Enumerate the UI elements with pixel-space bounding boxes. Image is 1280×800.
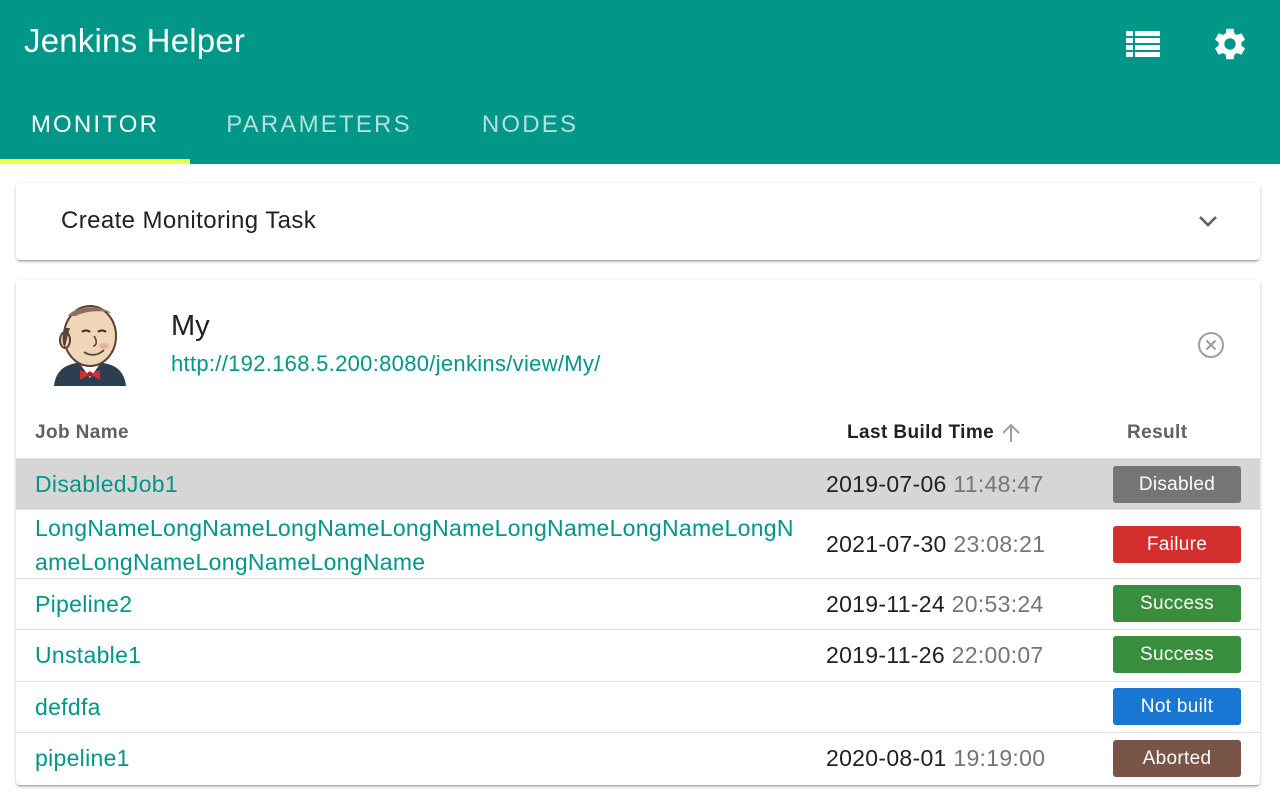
app-bar: Jenkins Helper MONITOR PARAMETERS NODES bbox=[0, 0, 1280, 164]
active-tab-indicator bbox=[0, 159, 190, 164]
remove-view-button[interactable] bbox=[1197, 331, 1225, 359]
job-name-link[interactable]: Pipeline2 bbox=[35, 587, 132, 621]
result-badge[interactable]: Aborted bbox=[1113, 740, 1241, 777]
job-name-link[interactable]: Unstable1 bbox=[35, 638, 141, 672]
build-date: 2019-07-06 bbox=[826, 471, 947, 497]
tab-bar: MONITOR PARAMETERS NODES bbox=[0, 96, 612, 164]
table-row[interactable]: DisabledJob1 2019-07-06 11:48:47 Disable… bbox=[16, 458, 1260, 509]
last-build-time: 2019-11-26 22:00:07 bbox=[826, 642, 1044, 669]
last-build-time: 2020-08-01 19:19:00 bbox=[826, 745, 1045, 772]
table-header: Job Name Last Build Time Result bbox=[16, 410, 1260, 458]
last-build-time: 2019-11-24 20:53:24 bbox=[826, 591, 1044, 618]
tab-nodes[interactable]: NODES bbox=[448, 96, 612, 164]
gear-icon bbox=[1215, 28, 1245, 60]
create-monitoring-task-title: Create Monitoring Task bbox=[61, 207, 317, 234]
create-monitoring-task-panel[interactable]: Create Monitoring Task bbox=[16, 183, 1260, 260]
job-name-link[interactable]: pipeline1 bbox=[35, 741, 130, 775]
app-title: Jenkins Helper bbox=[24, 22, 246, 59]
monitor-view-card: My http://192.168.5.200:8080/jenkins/vie… bbox=[16, 280, 1260, 785]
column-header-last-build-time-label: Last Build Time bbox=[847, 422, 995, 443]
tab-monitor[interactable]: MONITOR bbox=[0, 96, 190, 164]
arrow-up-icon bbox=[1002, 423, 1020, 442]
build-clock-time: 11:48:47 bbox=[953, 471, 1044, 497]
view-name: My bbox=[171, 310, 210, 342]
job-name-link[interactable]: defdfa bbox=[35, 690, 101, 724]
result-badge[interactable]: Disabled bbox=[1113, 466, 1241, 503]
result-badge[interactable]: Failure bbox=[1113, 526, 1241, 563]
table-row[interactable]: LongNameLongNameLongNameLongNameLongName… bbox=[16, 509, 1260, 578]
build-clock-time: 23:08:21 bbox=[953, 531, 1046, 557]
build-date: 2021-07-30 bbox=[826, 531, 947, 557]
column-header-result[interactable]: Result bbox=[1127, 422, 1187, 444]
view-list-button[interactable] bbox=[1123, 24, 1163, 64]
job-table-body: DisabledJob1 2019-07-06 11:48:47 Disable… bbox=[16, 458, 1260, 784]
result-badge[interactable]: Success bbox=[1113, 585, 1241, 622]
expand-button[interactable] bbox=[1196, 209, 1220, 233]
last-build-time: 2019-07-06 11:48:47 bbox=[826, 471, 1044, 498]
table-row[interactable]: Pipeline2 2019-11-24 20:53:24 Success bbox=[16, 578, 1260, 629]
result-badge[interactable]: Not built bbox=[1113, 688, 1241, 725]
column-header-job-name[interactable]: Job Name bbox=[35, 422, 129, 444]
table-row[interactable]: Unstable1 2019-11-26 22:00:07 Success bbox=[16, 629, 1260, 681]
view-url-link[interactable]: http://192.168.5.200:8080/jenkins/view/M… bbox=[171, 351, 601, 377]
settings-button[interactable] bbox=[1210, 24, 1250, 64]
jenkins-logo bbox=[46, 302, 134, 386]
build-date: 2020-08-01 bbox=[826, 745, 947, 771]
build-date: 2019-11-24 bbox=[826, 591, 945, 617]
result-badge[interactable]: Success bbox=[1113, 636, 1241, 673]
view-list-icon bbox=[1126, 31, 1160, 57]
build-clock-time: 22:00:07 bbox=[951, 642, 1044, 668]
table-row[interactable]: pipeline1 2020-08-01 19:19:00 Aborted bbox=[16, 732, 1260, 784]
job-name-link[interactable]: LongNameLongNameLongNameLongNameLongName… bbox=[35, 511, 795, 579]
table-row[interactable]: defdfa Not built bbox=[16, 681, 1260, 732]
column-header-last-build-time[interactable]: Last Build Time bbox=[847, 422, 1022, 444]
job-name-link[interactable]: DisabledJob1 bbox=[35, 467, 178, 501]
build-clock-time: 20:53:24 bbox=[951, 591, 1044, 617]
build-clock-time: 19:19:00 bbox=[953, 745, 1046, 771]
build-date: 2019-11-26 bbox=[826, 642, 945, 668]
last-build-time: 2021-07-30 23:08:21 bbox=[826, 531, 1045, 558]
chevron-down-icon bbox=[1199, 216, 1217, 227]
close-circle-icon bbox=[1198, 332, 1224, 358]
tab-parameters[interactable]: PARAMETERS bbox=[190, 96, 448, 164]
